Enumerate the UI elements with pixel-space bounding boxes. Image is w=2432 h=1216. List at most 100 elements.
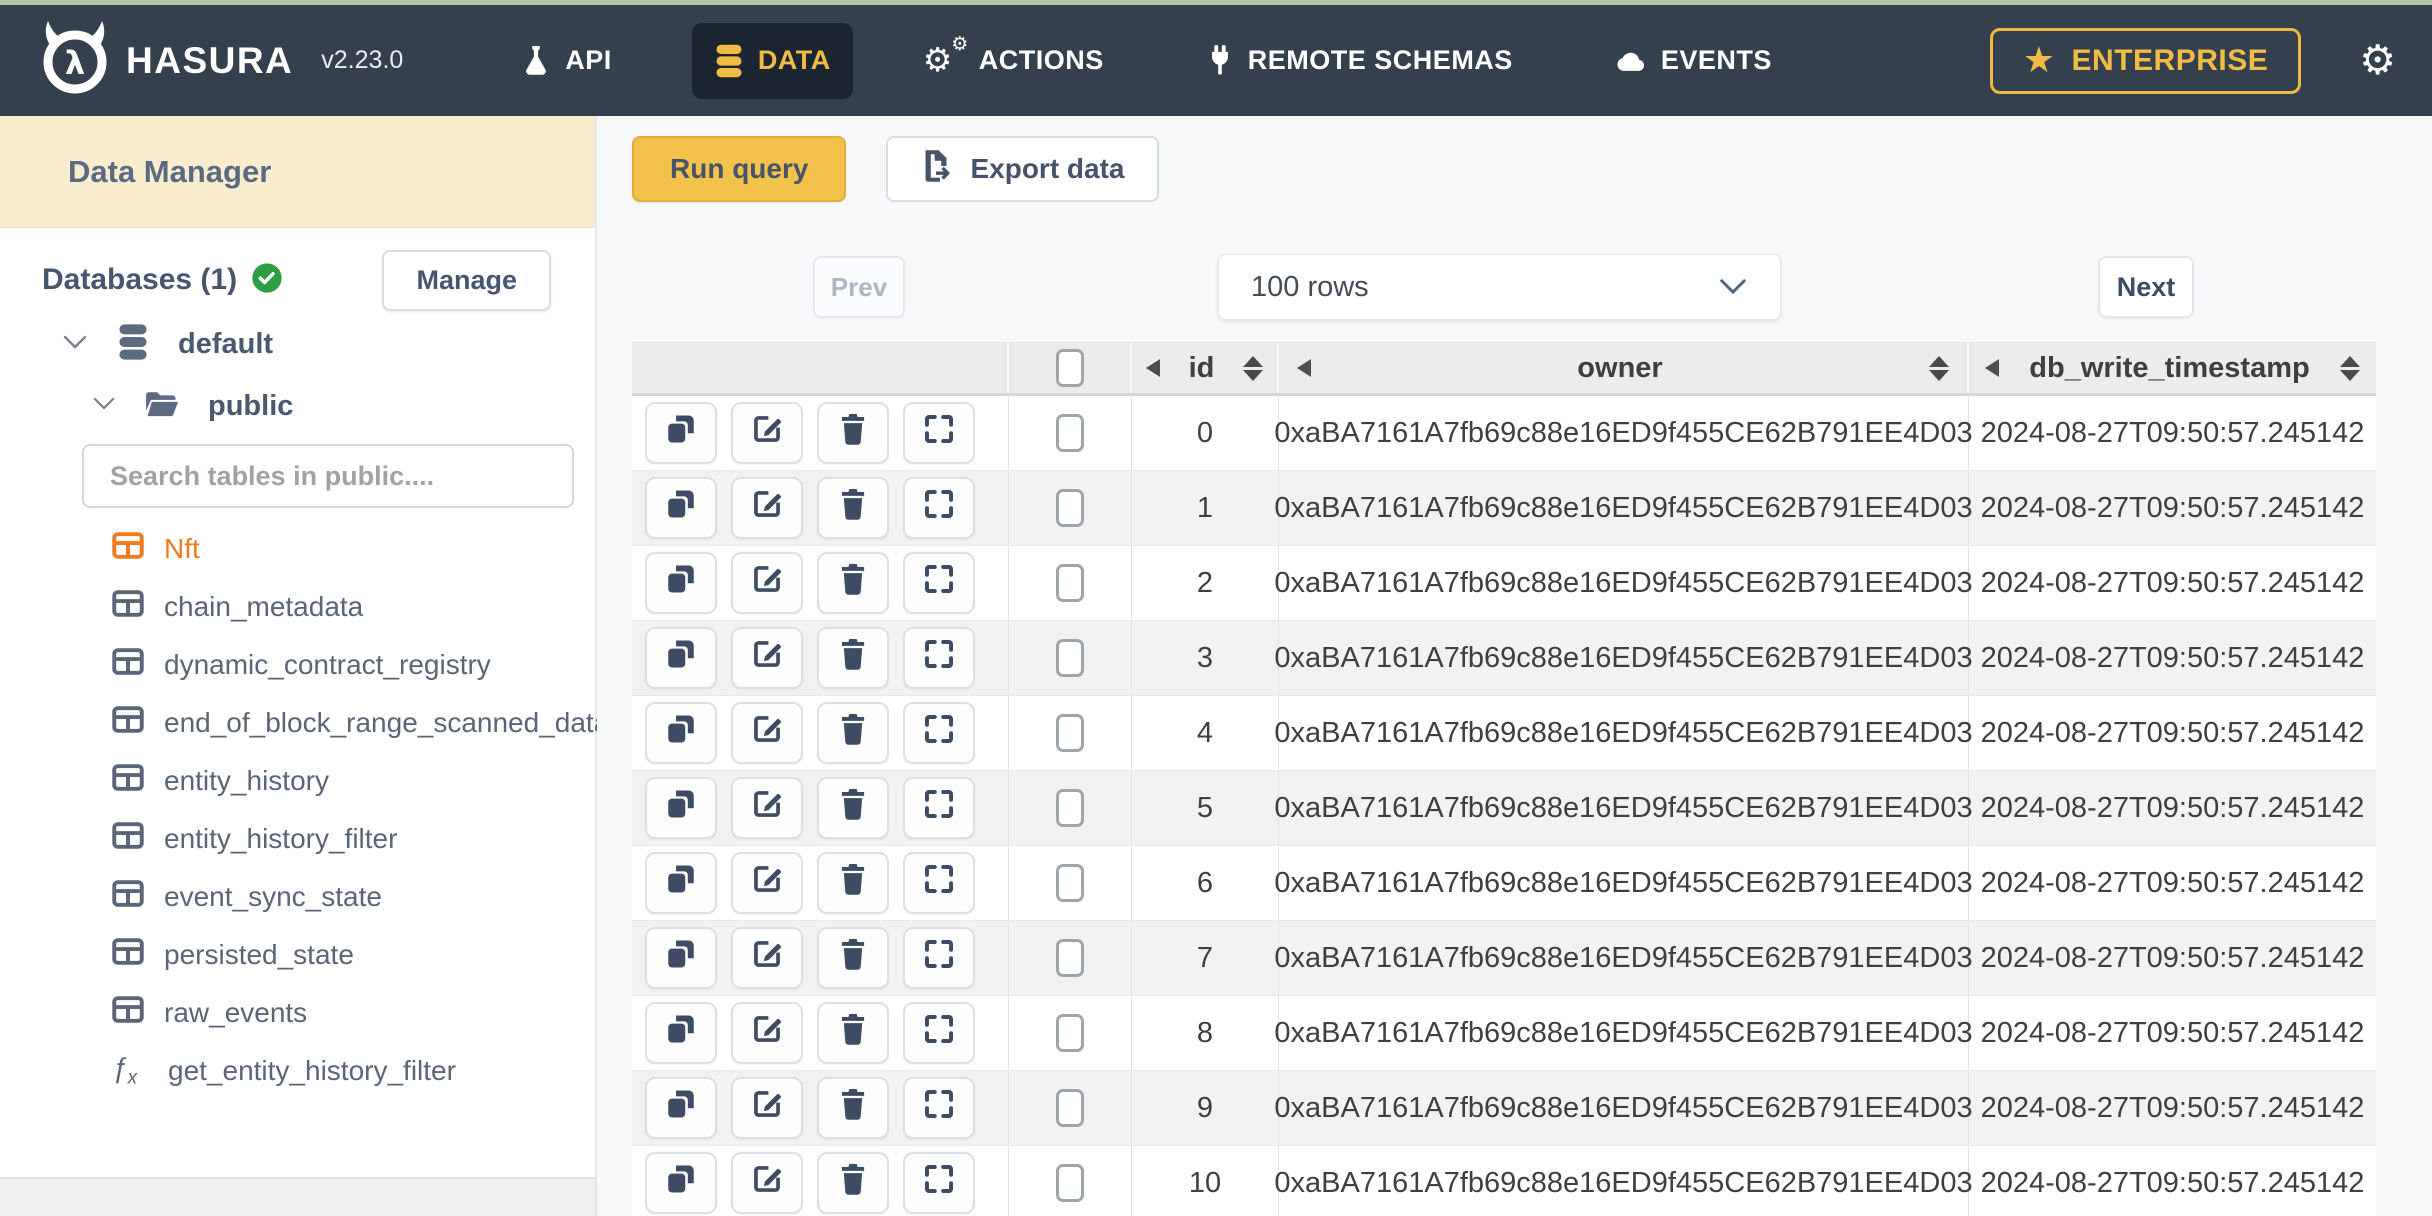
freeze-column-icon[interactable] bbox=[1985, 359, 1999, 377]
header-id[interactable]: id bbox=[1132, 343, 1279, 393]
gear-icon[interactable]: ⚙ bbox=[2359, 40, 2396, 81]
expand-row-button[interactable] bbox=[903, 1152, 975, 1214]
sort-icon[interactable] bbox=[1929, 355, 1949, 381]
row-checkbox[interactable] bbox=[1056, 939, 1084, 977]
copy-row-button[interactable] bbox=[645, 402, 717, 464]
edit-row-button[interactable] bbox=[731, 477, 803, 539]
edit-row-button[interactable] bbox=[731, 927, 803, 989]
edit-row-button[interactable] bbox=[731, 852, 803, 914]
edit-row-button[interactable] bbox=[731, 552, 803, 614]
edit-row-button[interactable] bbox=[731, 1002, 803, 1064]
nav-item-api[interactable]: API bbox=[499, 24, 634, 98]
sidebar-table-item[interactable]: end_of_block_range_scanned_data bbox=[112, 694, 609, 752]
copy-row-button[interactable] bbox=[645, 702, 717, 764]
nav-item-data[interactable]: DATA bbox=[691, 22, 853, 99]
row-checkbox[interactable] bbox=[1056, 714, 1084, 752]
expand-icon bbox=[922, 1012, 956, 1054]
row-checkbox[interactable] bbox=[1056, 1014, 1084, 1052]
row-checkbox[interactable] bbox=[1056, 864, 1084, 902]
edit-row-button[interactable] bbox=[731, 777, 803, 839]
expand-row-button[interactable] bbox=[903, 927, 975, 989]
row-checkbox[interactable] bbox=[1056, 1089, 1084, 1127]
freeze-column-icon[interactable] bbox=[1297, 359, 1311, 377]
run-query-button[interactable]: Run query bbox=[632, 136, 847, 202]
nav-item-remote-schemas[interactable]: REMOTE SCHEMAS bbox=[1184, 24, 1535, 98]
nav-item-actions[interactable]: ⚙ ⚙ ACTIONS bbox=[903, 21, 1126, 101]
delete-row-button[interactable] bbox=[817, 777, 889, 839]
tree-node-schema[interactable]: public bbox=[0, 378, 595, 434]
delete-row-button[interactable] bbox=[817, 1077, 889, 1139]
delete-row-button[interactable] bbox=[817, 1152, 889, 1214]
row-checkbox[interactable] bbox=[1056, 1164, 1084, 1202]
delete-row-button[interactable] bbox=[817, 402, 889, 464]
manage-button[interactable]: Manage bbox=[382, 249, 551, 311]
expand-row-button[interactable] bbox=[903, 627, 975, 689]
copy-row-button[interactable] bbox=[645, 552, 717, 614]
expand-row-button[interactable] bbox=[903, 777, 975, 839]
copy-row-button[interactable] bbox=[645, 1002, 717, 1064]
select-all-checkbox[interactable] bbox=[1055, 349, 1084, 387]
rows-per-page-select[interactable]: 100 rows bbox=[1218, 254, 1781, 320]
row-checkbox[interactable] bbox=[1056, 414, 1084, 452]
copy-row-button[interactable] bbox=[645, 777, 717, 839]
expand-row-button[interactable] bbox=[903, 552, 975, 614]
hasura-logo-icon[interactable]: λ bbox=[38, 18, 112, 103]
expand-row-button[interactable] bbox=[903, 477, 975, 539]
delete-row-button[interactable] bbox=[817, 702, 889, 764]
copy-row-button[interactable] bbox=[645, 927, 717, 989]
trash-icon bbox=[837, 1087, 869, 1129]
search-input[interactable] bbox=[82, 444, 574, 508]
expand-row-button[interactable] bbox=[903, 702, 975, 764]
sort-icon[interactable] bbox=[2339, 355, 2360, 381]
chevron-down-icon[interactable] bbox=[92, 396, 116, 416]
delete-row-button[interactable] bbox=[817, 1002, 889, 1064]
delete-row-button[interactable] bbox=[817, 552, 889, 614]
cell-owner: 0xaBA7161A7fb69c88e16ED9f455CE62B791EE4D… bbox=[1274, 621, 1973, 695]
sort-icon[interactable] bbox=[1243, 355, 1263, 381]
row-checkbox[interactable] bbox=[1056, 564, 1084, 602]
sidebar-table-item[interactable]: chain_metadata bbox=[112, 578, 595, 636]
chevron-down-icon[interactable] bbox=[62, 334, 88, 355]
freeze-column-icon[interactable] bbox=[1146, 359, 1160, 377]
header-owner[interactable]: owner bbox=[1279, 343, 1969, 393]
sidebar-table-item[interactable]: raw_events bbox=[112, 984, 595, 1042]
edit-row-button[interactable] bbox=[731, 627, 803, 689]
sidebar: Data Manager Databases (1) Manage defaul… bbox=[0, 116, 609, 1216]
sidebar-table-item[interactable]: event_sync_state bbox=[112, 868, 595, 926]
row-checkbox[interactable] bbox=[1056, 639, 1084, 677]
prev-page-button[interactable]: Prev bbox=[813, 256, 905, 318]
expand-row-button[interactable] bbox=[903, 852, 975, 914]
row-checkbox[interactable] bbox=[1056, 489, 1084, 527]
edit-row-button[interactable] bbox=[731, 1077, 803, 1139]
delete-row-button[interactable] bbox=[817, 852, 889, 914]
delete-row-button[interactable] bbox=[817, 477, 889, 539]
copy-row-button[interactable] bbox=[645, 1152, 717, 1214]
delete-row-button[interactable] bbox=[817, 927, 889, 989]
row-checkbox[interactable] bbox=[1056, 789, 1084, 827]
sidebar-table-item[interactable]: Nft bbox=[112, 520, 595, 578]
nav-item-events[interactable]: EVENTS bbox=[1593, 25, 1794, 96]
sidebar-table-item[interactable]: entity_history_filter bbox=[112, 810, 595, 868]
copy-row-button[interactable] bbox=[645, 627, 717, 689]
tree-node-database[interactable]: default bbox=[0, 316, 595, 372]
header-db-write-timestamp[interactable]: db_write_timestamp bbox=[1969, 343, 2376, 393]
copy-row-button[interactable] bbox=[645, 1077, 717, 1139]
next-page-button[interactable]: Next bbox=[2098, 256, 2194, 318]
edit-row-button[interactable] bbox=[731, 402, 803, 464]
sidebar-table-item[interactable]: entity_history bbox=[112, 752, 595, 810]
copy-icon bbox=[664, 862, 698, 904]
delete-row-button[interactable] bbox=[817, 627, 889, 689]
sidebar-footer-strip bbox=[0, 1177, 595, 1216]
enterprise-button[interactable]: ★ ENTERPRISE bbox=[1989, 27, 2302, 94]
edit-row-button[interactable] bbox=[731, 702, 803, 764]
expand-row-button[interactable] bbox=[903, 402, 975, 464]
sidebar-table-item[interactable]: dynamic_contract_registry bbox=[112, 636, 595, 694]
sidebar-table-item[interactable]: ƒx get_entity_history_filter bbox=[112, 1042, 595, 1100]
expand-row-button[interactable] bbox=[903, 1077, 975, 1139]
copy-row-button[interactable] bbox=[645, 477, 717, 539]
edit-row-button[interactable] bbox=[731, 1152, 803, 1214]
export-data-button[interactable]: Export data bbox=[886, 136, 1159, 202]
copy-row-button[interactable] bbox=[645, 852, 717, 914]
expand-row-button[interactable] bbox=[903, 1002, 975, 1064]
sidebar-table-item[interactable]: persisted_state bbox=[112, 926, 595, 984]
